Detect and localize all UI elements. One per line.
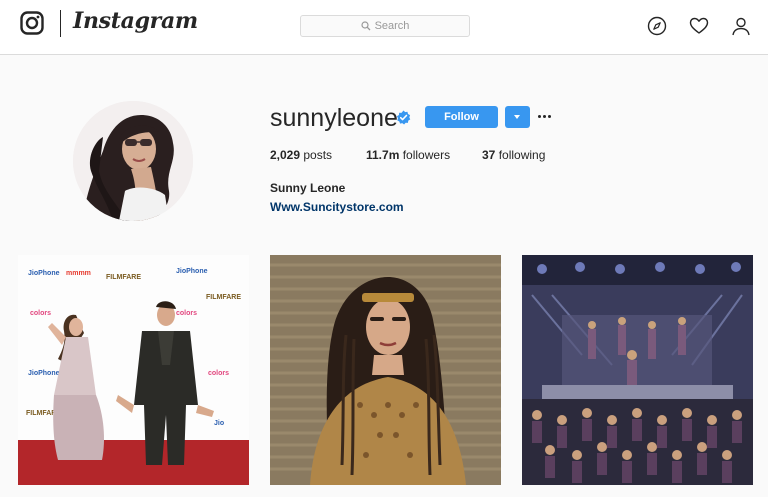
post-thumbnail-2[interactable] [270,255,501,485]
svg-text:FILMFARE: FILMFARE [106,274,141,281]
svg-text:JioPhone: JioPhone [28,370,60,377]
post-thumbnail-1[interactable]: JioPhone mmmm FILMFARE JioPhone colors c… [18,255,249,485]
profile-icon[interactable] [731,16,751,36]
svg-text:colors: colors [176,310,197,317]
top-navigation-bar: Instagram Search [0,0,768,55]
caret-down-icon [514,115,520,119]
profile-username: sunnyleone [270,104,398,132]
posts-stat: 2,029 posts [270,148,332,162]
search-placeholder: Search [374,20,410,32]
posts-label: posts [303,148,333,162]
profile-website-link[interactable]: Www.Suncitystore.com [270,200,404,214]
search-box[interactable]: Search [300,15,470,37]
post-thumbnail-3[interactable] [522,255,753,485]
followers-stat[interactable]: 11.7m followers [366,148,450,162]
heart-icon[interactable] [689,16,709,36]
instagram-wordmark[interactable]: Instagram [73,8,198,34]
following-count: 37 [482,148,496,162]
svg-text:mmmm: mmmm [66,270,91,277]
followers-label: followers [402,148,451,162]
suggested-accounts-dropdown-button[interactable] [505,106,530,128]
profile-avatar[interactable] [73,101,193,221]
logo-divider [60,10,61,37]
follow-button[interactable]: Follow [425,106,498,128]
instagram-camera-icon[interactable] [20,11,44,35]
more-dot-icon [548,115,551,118]
svg-text:Jio: Jio [214,420,224,427]
following-label: following [498,148,546,162]
svg-text:FILMFARE: FILMFARE [206,294,241,301]
posts-count: 2,029 [270,148,301,162]
svg-text:colors: colors [208,370,229,377]
following-stat[interactable]: 37 following [482,148,545,162]
more-dot-icon [538,115,541,118]
more-options-button[interactable] [538,114,554,120]
svg-text:JioPhone: JioPhone [176,268,208,275]
profile-full-name: Sunny Leone [270,181,346,195]
svg-text:JioPhone: JioPhone [28,270,60,277]
followers-count: 11.7m [366,148,400,162]
search-icon [360,21,371,31]
verified-badge-icon [396,110,411,125]
svg-text:colors: colors [30,310,51,317]
compass-icon[interactable] [647,16,667,36]
more-dot-icon [543,115,546,118]
